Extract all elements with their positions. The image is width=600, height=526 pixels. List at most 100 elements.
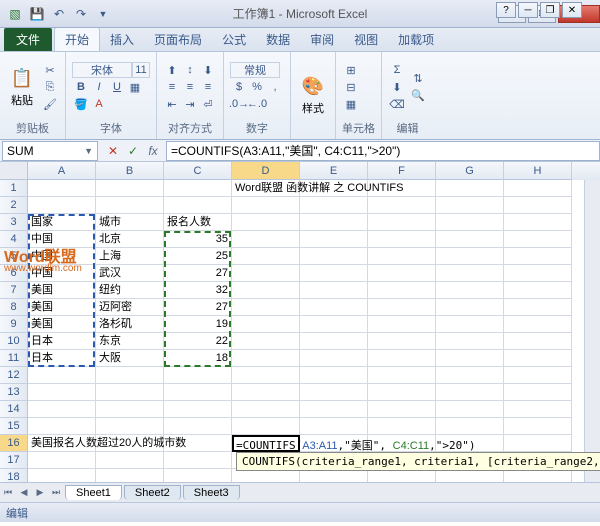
cell-D14[interactable] [232, 401, 300, 418]
enter-formula-icon[interactable]: ✓ [124, 142, 142, 160]
cell-G13[interactable] [436, 384, 504, 401]
cell-C17[interactable] [164, 452, 232, 469]
col-header-A[interactable]: A [28, 162, 96, 180]
save-icon[interactable]: 💾 [28, 5, 46, 23]
vertical-scrollbar[interactable] [584, 180, 600, 482]
cell-B7[interactable]: 纽约 [96, 282, 164, 299]
cell-B18[interactable] [96, 469, 164, 482]
cell-G11[interactable] [436, 350, 504, 367]
border-button[interactable]: ▦ [126, 79, 144, 95]
col-header-D[interactable]: D [232, 162, 300, 180]
inner-minimize[interactable]: ─ [518, 2, 538, 18]
cell-G12[interactable] [436, 367, 504, 384]
tab-home[interactable]: 开始 [54, 27, 100, 51]
cell-B6[interactable]: 武汉 [96, 265, 164, 282]
cell-C3[interactable]: 报名人数 [164, 214, 232, 231]
bold-button[interactable]: B [72, 79, 90, 95]
cell-H7[interactable] [504, 282, 572, 299]
col-header-F[interactable]: F [368, 162, 436, 180]
cell-H6[interactable] [504, 265, 572, 282]
cell-F2[interactable] [368, 197, 436, 214]
decimal-inc[interactable]: .0→ [230, 96, 248, 112]
cell-F4[interactable] [368, 231, 436, 248]
cell-H2[interactable] [504, 197, 572, 214]
cell-D15[interactable] [232, 418, 300, 435]
cell-G4[interactable] [436, 231, 504, 248]
name-box[interactable]: SUM▼ [2, 141, 98, 161]
inner-close[interactable]: ✕ [562, 2, 582, 18]
cell-B14[interactable] [96, 401, 164, 418]
cell-E11[interactable] [300, 350, 368, 367]
cell-G5[interactable] [436, 248, 504, 265]
number-format[interactable]: 常规 [230, 62, 280, 78]
cell-F9[interactable] [368, 316, 436, 333]
cell-E9[interactable] [300, 316, 368, 333]
cell-E10[interactable] [300, 333, 368, 350]
font-color-button[interactable]: A [90, 96, 108, 112]
cell-E4[interactable] [300, 231, 368, 248]
cell-G7[interactable] [436, 282, 504, 299]
cell-E3[interactable] [300, 214, 368, 231]
formula-input[interactable]: =COUNTIFS(A3:A11,"美国", C4:C11,">20") [166, 141, 600, 161]
underline-button[interactable]: U [108, 79, 126, 95]
indent-dec[interactable]: ⇤ [163, 96, 181, 112]
tab-review[interactable]: 审阅 [300, 28, 344, 51]
help-button[interactable]: ? [496, 2, 516, 18]
cell-C11[interactable]: 18 [164, 350, 232, 367]
col-header-G[interactable]: G [436, 162, 504, 180]
wrap-text[interactable]: ⏎ [199, 96, 217, 112]
cell-D5[interactable] [232, 248, 300, 265]
row-header[interactable]: 17 [0, 452, 28, 469]
col-header-H[interactable]: H [504, 162, 572, 180]
cell-C12[interactable] [164, 367, 232, 384]
cell-C5[interactable]: 25 [164, 248, 232, 265]
align-center[interactable]: ≡ [181, 79, 199, 95]
cell-A4[interactable]: 中国 [28, 231, 96, 248]
align-right[interactable]: ≡ [199, 79, 217, 95]
cell-C8[interactable]: 27 [164, 299, 232, 316]
percent-button[interactable]: % [248, 79, 266, 95]
row-header[interactable]: 4 [0, 231, 28, 248]
cell-D10[interactable] [232, 333, 300, 350]
cell-H12[interactable] [504, 367, 572, 384]
cell-A15[interactable] [28, 418, 96, 435]
fx-icon[interactable]: fx [144, 142, 162, 160]
format-cell[interactable]: ▦ [342, 96, 360, 112]
cell-A16[interactable]: 美国报名人数超过20人的城市数 [28, 435, 96, 452]
tab-formulas[interactable]: 公式 [212, 28, 256, 51]
cell-G1[interactable] [436, 180, 504, 197]
clear-button[interactable]: ⌫ [388, 96, 406, 112]
cell-E7[interactable] [300, 282, 368, 299]
font-name[interactable]: 宋体 [72, 62, 132, 78]
col-header-B[interactable]: B [96, 162, 164, 180]
row-header[interactable]: 15 [0, 418, 28, 435]
cell-F3[interactable] [368, 214, 436, 231]
cell-F11[interactable] [368, 350, 436, 367]
cell-D16[interactable]: =COUNTIFS(A3:A11,"美国", C4:C11,">20") [232, 435, 300, 452]
cell-D7[interactable] [232, 282, 300, 299]
cell-A9[interactable]: 美国 [28, 316, 96, 333]
row-header[interactable]: 10 [0, 333, 28, 350]
cell-A7[interactable]: 美国 [28, 282, 96, 299]
cell-C18[interactable] [164, 469, 232, 482]
cell-H11[interactable] [504, 350, 572, 367]
cell-G15[interactable] [436, 418, 504, 435]
cell-B17[interactable] [96, 452, 164, 469]
cell-H1[interactable] [504, 180, 572, 197]
currency-button[interactable]: $ [230, 79, 248, 95]
cell-B3[interactable]: 城市 [96, 214, 164, 231]
tab-data[interactable]: 数据 [256, 28, 300, 51]
file-tab[interactable]: 文件 [4, 28, 52, 51]
cell-H9[interactable] [504, 316, 572, 333]
cell-H13[interactable] [504, 384, 572, 401]
cell-A3[interactable]: 国家 [28, 214, 96, 231]
cell-H8[interactable] [504, 299, 572, 316]
cell-D3[interactable] [232, 214, 300, 231]
cell-D13[interactable] [232, 384, 300, 401]
cell-C15[interactable] [164, 418, 232, 435]
cell-A6[interactable]: 中国 [28, 265, 96, 282]
font-size[interactable]: 11 [132, 62, 150, 78]
tab-insert[interactable]: 插入 [100, 28, 144, 51]
spreadsheet-grid[interactable]: ABCDEFGH 1Word联盟 函数讲解 之 COUNTIFS23国家城市报名… [0, 162, 600, 482]
cell-D12[interactable] [232, 367, 300, 384]
